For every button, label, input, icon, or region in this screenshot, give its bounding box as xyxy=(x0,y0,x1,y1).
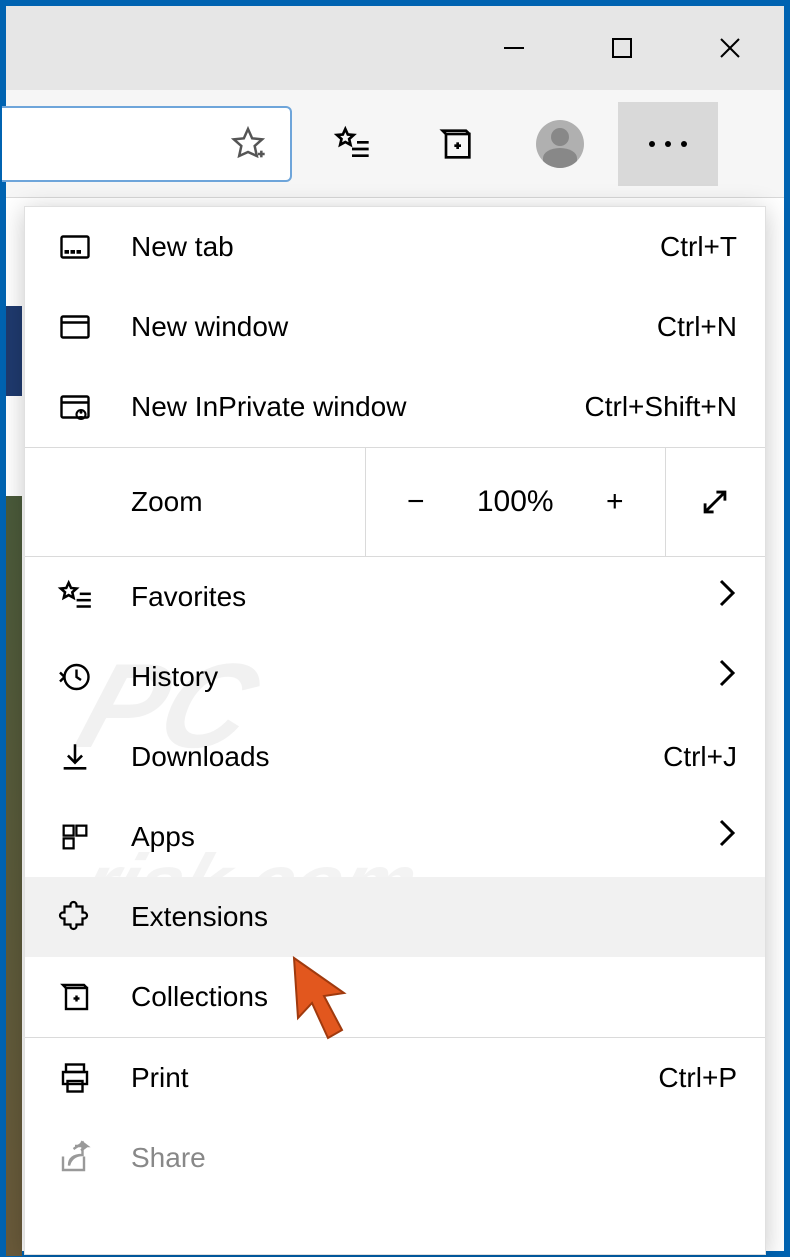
chevron-right-icon xyxy=(717,818,737,856)
menu-item-inprivate[interactable]: New InPrivate window Ctrl+Shift+N xyxy=(25,367,765,447)
menu-label: Downloads xyxy=(131,741,663,773)
menu-item-print[interactable]: Print Ctrl+P xyxy=(25,1038,765,1118)
print-icon xyxy=(53,1056,97,1100)
zoom-label: Zoom xyxy=(25,486,365,518)
menu-item-extensions[interactable]: Extensions xyxy=(25,877,765,957)
minimize-button[interactable] xyxy=(460,6,568,90)
menu-label: New tab xyxy=(131,231,660,263)
download-icon xyxy=(53,735,97,779)
menu-item-share: Share xyxy=(25,1118,765,1198)
menu-label: New window xyxy=(131,311,657,343)
menu-label: Collections xyxy=(131,981,737,1013)
chevron-right-icon xyxy=(717,578,737,616)
extensions-icon xyxy=(53,895,97,939)
star-add-icon[interactable] xyxy=(226,122,270,166)
maximize-button[interactable] xyxy=(568,6,676,90)
menu-label: Extensions xyxy=(131,901,737,933)
menu-label: Apps xyxy=(131,821,717,853)
menu-item-collections[interactable]: Collections xyxy=(25,957,765,1037)
menu-shortcut: Ctrl+J xyxy=(663,741,737,773)
menu-item-new-window[interactable]: New window Ctrl+N xyxy=(25,287,765,367)
collections-button[interactable] xyxy=(406,102,506,186)
menu-label: Share xyxy=(131,1142,737,1174)
menu-label: New InPrivate window xyxy=(131,391,585,423)
menu-label: Print xyxy=(131,1062,658,1094)
collections-icon xyxy=(53,975,97,1019)
zoom-in-button[interactable]: + xyxy=(565,448,665,556)
menu-item-history[interactable]: History xyxy=(25,637,765,717)
more-menu-dropdown: PC risk.com New tab Ctrl+T New window Ct… xyxy=(24,206,766,1255)
fullscreen-button[interactable] xyxy=(665,448,766,556)
more-menu-button[interactable] xyxy=(618,102,718,186)
history-icon xyxy=(53,655,97,699)
favorites-icon xyxy=(53,575,97,619)
zoom-level: 100% xyxy=(466,448,566,556)
menu-label: Favorites xyxy=(131,581,717,613)
address-bar[interactable] xyxy=(2,106,292,182)
favorites-list-button[interactable] xyxy=(302,102,402,186)
menu-item-downloads[interactable]: Downloads Ctrl+J xyxy=(25,717,765,797)
page-strip xyxy=(6,306,22,396)
menu-item-apps[interactable]: Apps xyxy=(25,797,765,877)
menu-shortcut: Ctrl+N xyxy=(657,311,737,343)
browser-toolbar xyxy=(6,90,784,198)
chevron-right-icon xyxy=(717,658,737,696)
menu-item-new-tab[interactable]: New tab Ctrl+T xyxy=(25,207,765,287)
new-tab-icon xyxy=(53,225,97,269)
inprivate-icon xyxy=(53,385,97,429)
menu-shortcut: Ctrl+P xyxy=(658,1062,737,1094)
menu-shortcut: Ctrl+T xyxy=(660,231,737,263)
zoom-out-button[interactable]: − xyxy=(365,448,466,556)
share-icon xyxy=(53,1136,97,1180)
window-frame: PC risk.com New tab Ctrl+T New window Ct… xyxy=(0,0,790,1257)
close-button[interactable] xyxy=(676,6,784,90)
titlebar xyxy=(6,6,784,90)
apps-icon xyxy=(53,815,97,859)
menu-label: History xyxy=(131,661,717,693)
menu-shortcut: Ctrl+Shift+N xyxy=(585,391,738,423)
window-icon xyxy=(53,305,97,349)
page-strip-2 xyxy=(6,496,22,1256)
menu-zoom-row: Zoom − 100% + xyxy=(25,447,765,557)
menu-item-favorites[interactable]: Favorites xyxy=(25,557,765,637)
profile-button[interactable] xyxy=(510,102,610,186)
